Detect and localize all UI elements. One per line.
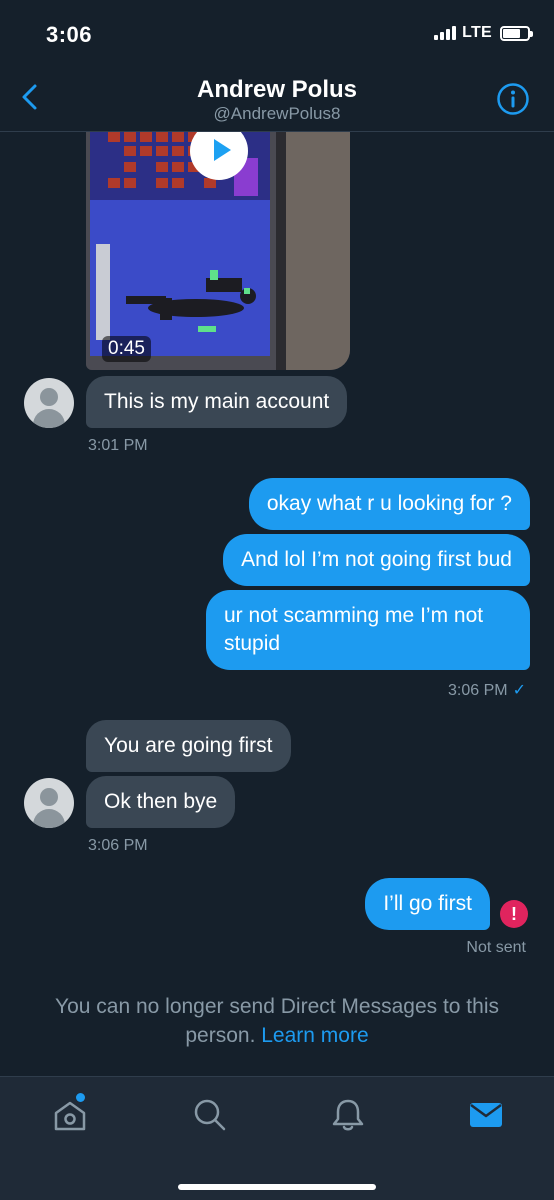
info-circle-icon <box>497 83 529 115</box>
message-bubble-outgoing[interactable]: I’ll go first <box>365 878 490 930</box>
message-bubble-outgoing[interactable]: ur not scamming me I’m not stupid <box>206 590 530 670</box>
bell-icon <box>332 1099 364 1131</box>
avatar[interactable] <box>24 378 74 428</box>
avatar-head-shape <box>40 788 58 806</box>
message-timestamp: 3:01 PM <box>88 437 148 454</box>
network-type: LTE <box>462 24 492 41</box>
message-list[interactable]: 0:45 This is my main account 3:01 PM oka… <box>0 132 554 1076</box>
message-bubble-incoming[interactable]: You are going first <box>86 720 291 772</box>
avatar-head-shape <box>40 388 58 406</box>
battery-icon <box>500 25 533 41</box>
home-icon <box>54 1101 86 1131</box>
check-icon: ✓ <box>512 682 526 699</box>
video-message[interactable]: 0:45 <box>86 132 350 370</box>
search-icon <box>194 1099 226 1131</box>
conversation-header: Andrew Polus @AndrewPolus8 <box>0 64 554 132</box>
video-duration: 0:45 <box>102 336 151 362</box>
message-bubble-incoming[interactable]: This is my main account <box>86 376 348 428</box>
tab-bar <box>0 1076 554 1200</box>
tab-messages[interactable] <box>466 1095 506 1135</box>
home-indicator[interactable] <box>178 1184 376 1190</box>
status-indicators: LTE <box>434 24 533 42</box>
avatar[interactable] <box>24 778 74 828</box>
tab-notifications[interactable] <box>328 1095 368 1135</box>
tab-search[interactable] <box>190 1095 230 1135</box>
status-bar: 3:06 LTE <box>0 0 554 64</box>
not-sent-status: Not sent <box>466 939 526 956</box>
status-time: 3:06 <box>46 22 93 47</box>
contact-name[interactable]: Andrew Polus <box>0 76 554 104</box>
message-bubble-outgoing[interactable]: okay what r u looking for ? <box>248 478 530 530</box>
info-button[interactable] <box>496 82 530 116</box>
message-bubble-incoming[interactable]: Ok then bye <box>86 776 236 828</box>
alert-icon[interactable]: ! <box>500 900 528 928</box>
dm-restricted-notice: You can no longer send Direct Messages t… <box>20 992 534 1050</box>
mail-icon <box>470 1103 502 1127</box>
notification-dot <box>76 1093 85 1102</box>
learn-more-link[interactable]: Learn more <box>261 1024 368 1047</box>
avatar-body-shape <box>33 409 65 428</box>
battery-level <box>503 28 520 38</box>
tab-home[interactable] <box>50 1093 90 1135</box>
message-timestamp: 3:06 PM ✓ <box>448 680 526 700</box>
avatar-body-shape <box>33 809 65 828</box>
message-timestamp: 3:06 PM <box>88 837 148 854</box>
signal-icon <box>434 26 457 40</box>
timestamp-text: 3:06 PM <box>448 682 508 699</box>
contact-handle: @AndrewPolus8 <box>213 104 341 123</box>
message-bubble-outgoing[interactable]: And lol I’m not going first bud <box>223 534 530 586</box>
